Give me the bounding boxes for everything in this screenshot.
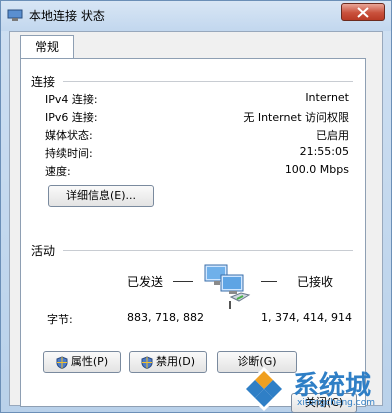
- network-computers-icon: [204, 264, 251, 309]
- properties-button[interactable]: 属性(P): [43, 351, 121, 373]
- disable-label: 禁用(D): [155, 355, 196, 368]
- activity-separator: [63, 250, 353, 251]
- media-state-label: 媒体状态:: [45, 129, 93, 142]
- watermark-logo-icon: [241, 367, 287, 411]
- bytes-sent-value: 883, 718, 882: [127, 311, 204, 324]
- connection-heading: 连接: [31, 75, 56, 89]
- bytes-received-value: 1, 374, 414, 914: [261, 311, 352, 324]
- watermark-text: 系统城: [293, 371, 372, 401]
- media-state-value: 已启用: [316, 129, 349, 142]
- tab-general[interactable]: 常规: [20, 35, 74, 59]
- site-watermark: 系统城 xitongcheng.com: [233, 365, 392, 414]
- received-dash: [261, 281, 277, 282]
- ipv4-label: IPv4 连接:: [45, 93, 98, 106]
- speed-label: 速度:: [45, 165, 71, 178]
- shield-icon: [56, 355, 68, 369]
- watermark-url: xitongcheng.com: [297, 398, 375, 408]
- status-dialog: 本地连接 状态 常规 连接 IPv4 连接: Internet IPv6 连接:…: [0, 0, 392, 413]
- duration-label: 持续时间:: [45, 147, 93, 160]
- tab-panel: 连接 IPv4 连接: Internet IPv6 连接: 无 Internet…: [20, 58, 366, 407]
- received-label: 已接收: [297, 275, 334, 289]
- properties-label: 属性(P): [70, 355, 109, 368]
- disable-button[interactable]: 禁用(D): [129, 351, 207, 373]
- title-bar[interactable]: 本地连接 状态: [1, 1, 391, 31]
- ipv6-label: IPv6 连接:: [45, 111, 98, 124]
- shield-icon: [141, 355, 153, 369]
- speed-value: 100.0 Mbps: [284, 163, 349, 176]
- details-button[interactable]: 详细信息(E)...: [48, 185, 154, 207]
- duration-value: 21:55:05: [299, 145, 349, 158]
- sent-label: 已发送: [127, 275, 164, 289]
- dialog-client-area: 常规 连接 IPv4 连接: Internet IPv6 连接: 无 Inter…: [9, 31, 383, 407]
- connection-separator: [63, 81, 353, 82]
- ipv6-value: 无 Internet 访问权限: [243, 111, 349, 124]
- close-icon: [357, 7, 369, 18]
- bytes-label: 字节:: [47, 313, 73, 326]
- network-adapter-icon: [7, 9, 23, 21]
- sent-dash: [173, 281, 193, 282]
- window-close-button[interactable]: [341, 3, 385, 21]
- ipv4-value: Internet: [305, 91, 349, 104]
- window-title: 本地连接 状态: [29, 9, 105, 23]
- activity-heading: 活动: [31, 244, 56, 258]
